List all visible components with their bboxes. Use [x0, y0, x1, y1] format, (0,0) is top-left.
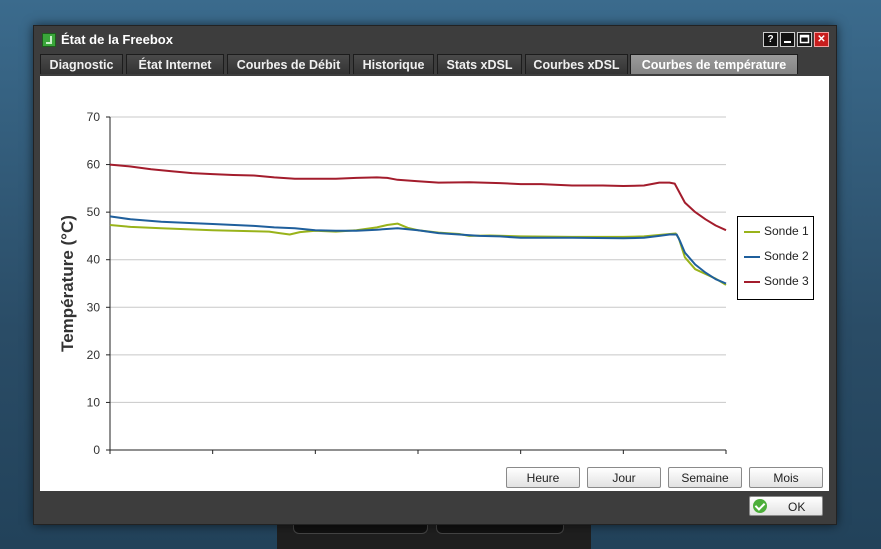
- y-tick-label-70: 70: [87, 110, 101, 124]
- y-tick-label-20: 20: [87, 348, 101, 362]
- y-axis-label: Température (°C): [58, 215, 77, 352]
- check-icon: [753, 499, 767, 513]
- legend-swatch-sonde3: [744, 281, 760, 283]
- series-line-sonde3: [109, 163, 727, 232]
- range-week-button[interactable]: Semaine: [668, 467, 742, 488]
- tab-courbes-xdsl[interactable]: Courbes xDSL: [525, 54, 628, 74]
- range-day-button[interactable]: Jour: [587, 467, 661, 488]
- range-hour-button[interactable]: Heure: [506, 467, 580, 488]
- series-line-sonde2: [109, 215, 727, 285]
- freebox-app-icon: [42, 33, 56, 47]
- tab-diagnostic[interactable]: Diagnostic: [40, 54, 123, 74]
- maximize-icon[interactable]: [797, 32, 812, 47]
- y-tick-label-30: 30: [87, 300, 101, 314]
- legend-swatch-sonde2: [744, 256, 760, 258]
- x-tick-label-5: 12:30: [608, 460, 638, 461]
- x-tick-label-6: 12:40: [711, 460, 741, 461]
- y-tick-label-50: 50: [87, 205, 101, 219]
- close-icon[interactable]: ✕: [814, 32, 829, 47]
- ok-button-label: OK: [788, 500, 806, 514]
- window-title: État de la Freebox: [61, 32, 173, 47]
- temperature-chart: 0 10 20 30 40 50 60 70 11:40 11:50 12:00 12:10 12:20…: [58, 110, 741, 461]
- y-tick-label-60: 60: [87, 158, 101, 172]
- x-tick-label-2: 12:00: [300, 460, 330, 461]
- tab-courbes-debit[interactable]: Courbes de Débit: [227, 54, 350, 74]
- range-month-button[interactable]: Mois: [749, 467, 823, 488]
- tab-historique[interactable]: Historique: [353, 54, 434, 74]
- legend-swatch-sonde1: [744, 231, 760, 233]
- minimize-icon[interactable]: [780, 32, 795, 47]
- maximize-glyph: [799, 34, 810, 44]
- freebox-status-window: État de la Freebox ? ✕ Diagnostic État I…: [33, 25, 837, 525]
- window-titlebar[interactable]: État de la Freebox ? ✕: [34, 26, 836, 53]
- legend-label-sonde3: Sonde 3: [764, 274, 809, 288]
- x-tick-label-4: 12:20: [506, 460, 536, 461]
- y-tick-label-10: 10: [87, 395, 101, 409]
- tab-courbes-temperature[interactable]: Courbes de température: [630, 54, 798, 74]
- x-tick-label-0: 11:40: [95, 460, 124, 461]
- tab-stats-xdsl[interactable]: Stats xDSL: [437, 54, 522, 74]
- legend-label-sonde1: Sonde 1: [764, 224, 809, 238]
- ok-button[interactable]: OK: [749, 496, 823, 516]
- y-tick-label-40: 40: [87, 253, 101, 267]
- x-tick-label-1: 11:50: [198, 460, 227, 461]
- series-line-sonde1: [109, 222, 727, 286]
- minimize-glyph: [784, 41, 791, 43]
- tab-content-panel: 0 10 20 30 40 50 60 70 11:40 11:50 12:00 12:10 12:20…: [40, 76, 829, 491]
- legend-label-sonde2: Sonde 2: [764, 249, 809, 263]
- window-footer: OK: [40, 492, 829, 519]
- tab-etat-internet[interactable]: État Internet: [126, 54, 224, 74]
- help-icon[interactable]: ?: [763, 32, 778, 47]
- y-tick-label-0: 0: [93, 443, 100, 457]
- chart-legend: Sonde 1 Sonde 2 Sonde 3: [737, 216, 814, 300]
- x-tick-label-3: 12:10: [403, 460, 433, 461]
